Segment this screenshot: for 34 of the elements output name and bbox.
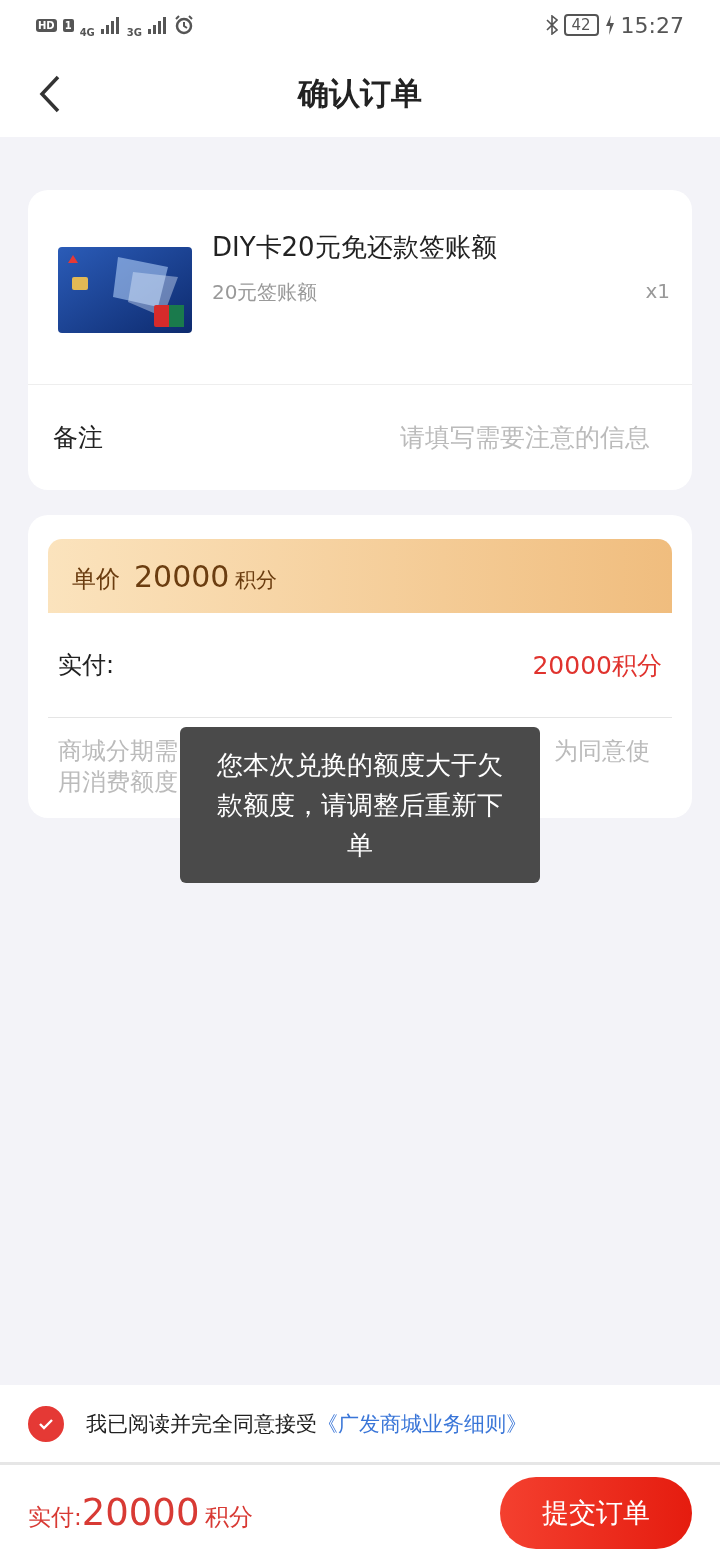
battery-indicator: 42 [563, 14, 599, 36]
hd-indicator: HD [36, 18, 57, 32]
note-text: 用消费额度 [58, 767, 178, 798]
page-title: 确认订单 [298, 73, 422, 113]
agreement-checkbox[interactable] [28, 1405, 64, 1442]
unit-price-label: 单价 [72, 564, 120, 595]
clock-time: 15:27 [620, 12, 684, 38]
network-type: 4G [79, 26, 95, 38]
product-spec: 20元签账额 [212, 279, 318, 306]
toast-message: 您本次兑换的额度大于欠款额度，请调整后重新下单 [180, 727, 540, 883]
total-unit: 积分 [205, 1502, 254, 1533]
paid-label: 实付: [58, 650, 115, 681]
product-quantity: x1 [645, 279, 670, 305]
unit-price-suffix: 积分 [235, 567, 278, 594]
submit-order-button[interactable]: 提交订单 [500, 1476, 692, 1549]
back-icon[interactable] [38, 74, 62, 114]
total-amount: 20000 [81, 1491, 200, 1534]
unit-price-value: 20000 [134, 559, 230, 594]
rules-link[interactable]: 《广发商城业务细则》 [317, 1409, 527, 1438]
bluetooth-icon [545, 15, 558, 35]
signal-icon [148, 16, 168, 34]
remark-label: 备注 [53, 422, 103, 454]
paid-value: 20000积分 [532, 649, 662, 682]
agreement-text: 我已阅读并完全同意接受 [86, 1410, 317, 1438]
note-text: 商城分期需 [58, 736, 178, 767]
alarm-icon [174, 15, 194, 35]
signal-icon [100, 16, 121, 34]
note-text: 为同意使 [554, 736, 650, 767]
network-type: 3G [126, 26, 142, 38]
remark-field[interactable]: 请填写需要注意的信息 [348, 422, 652, 453]
total-label: 实付: [28, 1503, 82, 1532]
charging-icon [604, 15, 615, 35]
product-name: DIY卡20元免还款签账额 [212, 231, 498, 264]
sim-indicator: 1 [62, 18, 74, 32]
